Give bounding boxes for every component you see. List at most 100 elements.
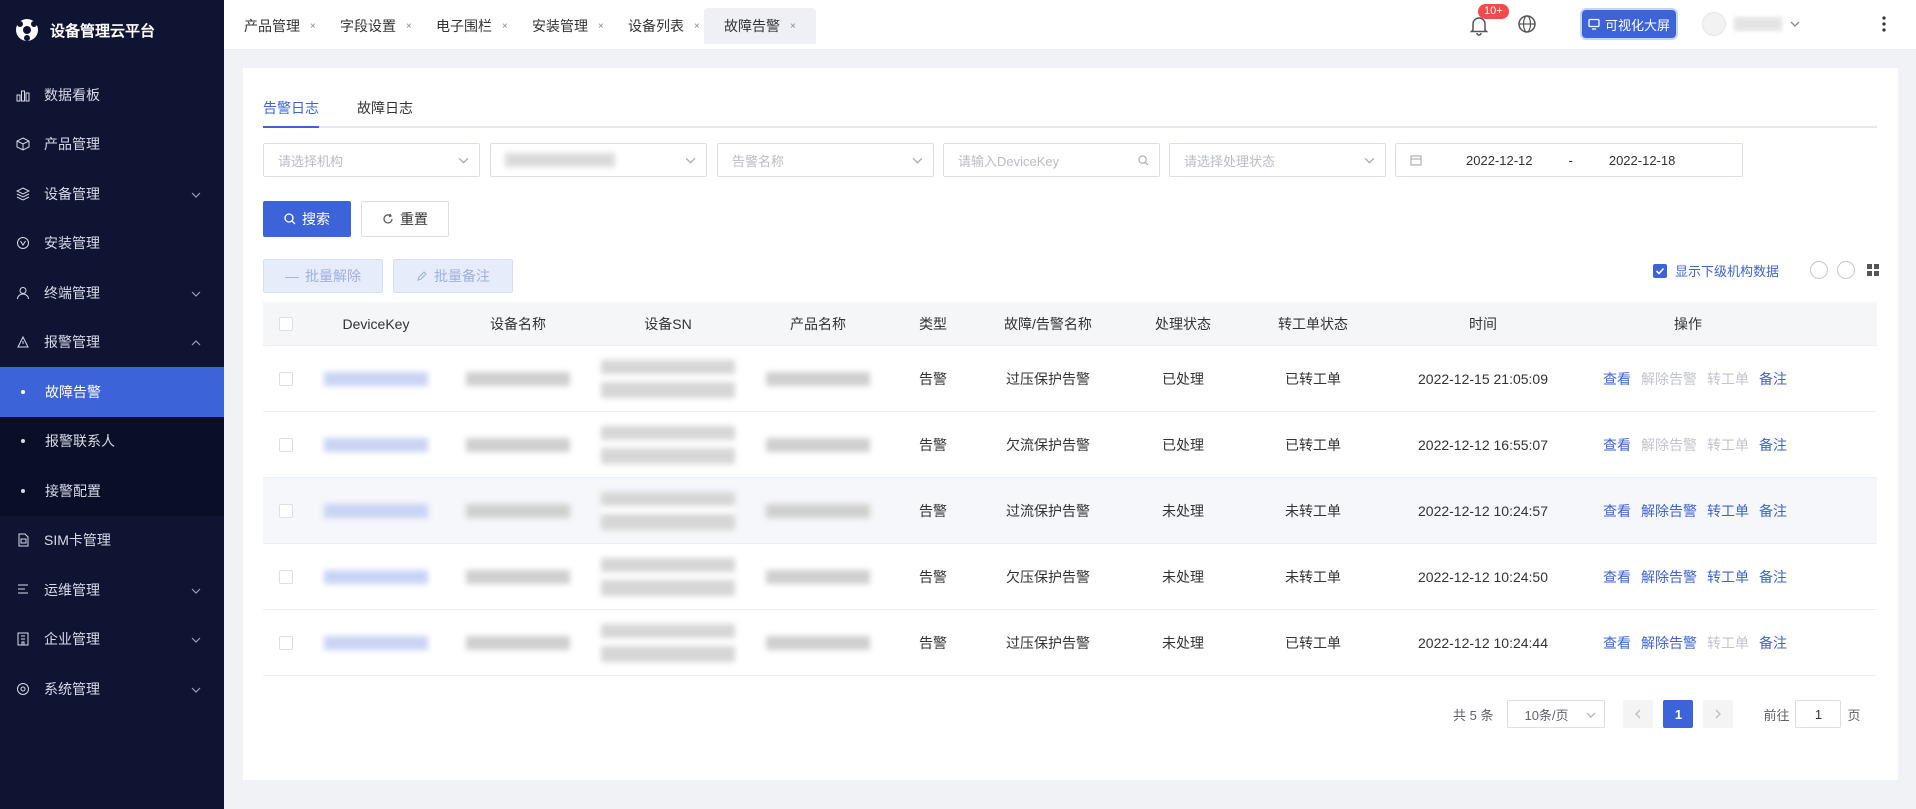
row-select-cell xyxy=(263,437,309,452)
redacted-devicekey[interactable] xyxy=(324,503,428,518)
row-checkbox[interactable] xyxy=(279,437,293,452)
sidebar-subitem[interactable]: 接警配置 xyxy=(0,466,224,516)
view-link[interactable]: 查看 xyxy=(1603,435,1631,455)
cell-device-name xyxy=(443,569,593,584)
cell-ticket-status: 未转工单 xyxy=(1285,568,1341,585)
close-icon[interactable]: × xyxy=(406,21,412,32)
redacted-devicekey[interactable] xyxy=(324,635,428,650)
close-icon[interactable]: × xyxy=(694,21,700,32)
sidebar-item-layers[interactable]: 设备管理 xyxy=(0,169,224,219)
sidebar-item-settings[interactable]: 系统管理 xyxy=(0,664,224,714)
table-row[interactable]: 告警 过压保护告警 已处理 已转工单 2022-12-15 21:05:09 查看 解除告警… xyxy=(263,346,1877,412)
cell-device-name xyxy=(443,503,593,518)
sidebar-item-wrench[interactable]: 运维管理 xyxy=(0,565,224,615)
note-link[interactable]: 备注 xyxy=(1759,369,1787,389)
redacted-devicekey[interactable] xyxy=(324,569,428,584)
batch-note-button[interactable]: 批量备注 xyxy=(393,259,513,293)
note-link[interactable]: 备注 xyxy=(1759,567,1787,587)
big-screen-button[interactable]: 可视化大屏 xyxy=(1582,10,1676,38)
view-link[interactable]: 查看 xyxy=(1603,567,1631,587)
table-search-icon[interactable] xyxy=(1810,261,1828,279)
release-alarm-link[interactable]: 解除告警 xyxy=(1641,435,1697,455)
sidebar-item-user[interactable]: 终端管理 xyxy=(0,268,224,318)
release-alarm-link[interactable]: 解除告警 xyxy=(1641,501,1697,521)
release-alarm-link[interactable]: 解除告警 xyxy=(1641,369,1697,389)
cell-time: 2022-12-15 21:05:09 xyxy=(1418,370,1548,387)
org-select[interactable]: 请选择机构 xyxy=(263,143,480,177)
release-alarm-link[interactable]: 解除告警 xyxy=(1641,633,1697,653)
convert-ticket-link[interactable]: 转工单 xyxy=(1707,369,1749,389)
close-icon[interactable]: × xyxy=(502,21,508,32)
main-card: 告警日志 故障日志 请选择机构 告警名称 请输入DeviceKey 请选择处理状… xyxy=(243,68,1898,780)
note-link[interactable]: 备注 xyxy=(1759,633,1787,653)
search-button[interactable]: 搜索 xyxy=(263,201,351,237)
prev-page-button[interactable] xyxy=(1623,700,1654,728)
row-select-cell xyxy=(263,503,309,518)
goto-page-input[interactable]: 1 xyxy=(1795,700,1842,728)
globe-icon[interactable] xyxy=(1517,14,1537,34)
date-start[interactable]: 2022-12-12 xyxy=(1466,153,1533,168)
user-menu[interactable] xyxy=(1702,12,1800,36)
note-link[interactable]: 备注 xyxy=(1759,435,1787,455)
date-end[interactable]: 2022-12-18 xyxy=(1609,153,1676,168)
more-vertical-icon[interactable] xyxy=(1876,14,1892,34)
chevron-down-icon xyxy=(458,157,469,164)
page-size-select[interactable]: 10条/页 xyxy=(1507,700,1606,728)
table-refresh-icon[interactable] xyxy=(1837,261,1855,279)
view-link[interactable]: 查看 xyxy=(1603,501,1631,521)
checkbox-checked[interactable] xyxy=(1653,263,1667,278)
sidebar-item-cube[interactable]: 产品管理 xyxy=(0,120,224,170)
close-icon[interactable]: × xyxy=(598,21,604,32)
table-row[interactable]: 告警 欠流保护告警 已处理 已转工单 2022-12-12 16:55:07 查看 解除告警… xyxy=(263,412,1877,478)
sidebar-subitem[interactable]: 报警联系人 xyxy=(0,417,224,467)
redacted-devicekey[interactable] xyxy=(324,371,428,386)
sidebar-subitem[interactable]: 故障告警 xyxy=(0,367,224,417)
convert-ticket-link[interactable]: 转工单 xyxy=(1707,501,1749,521)
table-row[interactable]: 告警 欠压保护告警 未处理 未转工单 2022-12-12 10:24:50 查看 解除告警… xyxy=(263,544,1877,610)
product-select[interactable] xyxy=(490,143,707,177)
sidebar-item-install[interactable]: 安装管理 xyxy=(0,219,224,269)
convert-ticket-link[interactable]: 转工单 xyxy=(1707,435,1749,455)
search-icon[interactable] xyxy=(1138,155,1149,166)
cell-device-name xyxy=(443,635,593,650)
view-link[interactable]: 查看 xyxy=(1603,633,1631,653)
reset-button[interactable]: 重置 xyxy=(361,201,449,237)
chevron-left-icon xyxy=(1635,709,1641,719)
show-sub-org-toggle[interactable]: 显示下级机构数据 xyxy=(1653,261,1779,280)
release-alarm-link[interactable]: 解除告警 xyxy=(1641,567,1697,587)
row-checkbox[interactable] xyxy=(279,635,293,650)
close-icon[interactable]: × xyxy=(310,21,316,32)
sidebar-item-sim-card[interactable]: SIM卡管理 xyxy=(0,516,224,566)
tab-5[interactable]: 故障告警 × xyxy=(704,8,816,44)
convert-ticket-link[interactable]: 转工单 xyxy=(1707,633,1749,653)
devicekey-input[interactable]: 请输入DeviceKey xyxy=(943,143,1160,177)
sidebar-item-building[interactable]: 企业管理 xyxy=(0,615,224,665)
sidebar-item-alarm[interactable]: 报警管理 xyxy=(0,318,224,368)
select-all-checkbox[interactable] xyxy=(279,316,293,331)
row-select-cell xyxy=(263,635,309,650)
sidebar-item-bar-chart[interactable]: 数据看板 xyxy=(0,70,224,120)
search-button-label: 搜索 xyxy=(302,211,330,227)
tab-alarm-log[interactable]: 告警日志 xyxy=(263,98,319,118)
view-link[interactable]: 查看 xyxy=(1603,369,1631,389)
date-range-picker[interactable]: 2022-12-12 - 2022-12-18 xyxy=(1395,143,1743,177)
table-row[interactable]: 告警 过流保护告警 未处理 未转工单 2022-12-12 10:24:57 查看 解除告警… xyxy=(263,478,1877,544)
tab-fault-log[interactable]: 故障日志 xyxy=(357,98,413,118)
redacted-device-sn xyxy=(601,491,735,530)
close-icon[interactable]: × xyxy=(790,21,796,32)
note-link[interactable]: 备注 xyxy=(1759,501,1787,521)
next-page-button[interactable] xyxy=(1703,700,1734,728)
alarm-name-placeholder: 告警名称 xyxy=(732,153,785,169)
row-checkbox[interactable] xyxy=(279,569,293,584)
row-checkbox[interactable] xyxy=(279,503,293,518)
page-number-current[interactable]: 1 xyxy=(1663,700,1694,728)
alarm-name-select[interactable]: 告警名称 xyxy=(717,143,934,177)
refresh-icon xyxy=(383,213,393,224)
grid-icon[interactable] xyxy=(1866,263,1880,277)
redacted-devicekey[interactable] xyxy=(324,437,428,452)
row-checkbox[interactable] xyxy=(279,371,293,386)
table-row[interactable]: 告警 过压保护告警 未处理 已转工单 2022-12-12 10:24:44 查看 解除告警… xyxy=(263,610,1877,676)
status-select[interactable]: 请选择处理状态 xyxy=(1169,143,1386,177)
batch-release-button[interactable]: — 批量解除 xyxy=(263,259,383,293)
convert-ticket-link[interactable]: 转工单 xyxy=(1707,567,1749,587)
